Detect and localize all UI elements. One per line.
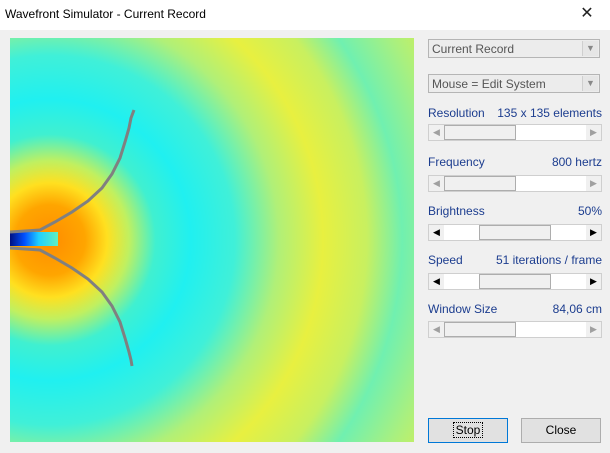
wave-field: [10, 38, 414, 442]
resolution-value: 135 x 135 elements: [497, 106, 602, 120]
window-size-right-arrow-icon[interactable]: ▶: [586, 322, 601, 337]
frequency-right-arrow-icon[interactable]: ▶: [586, 176, 601, 191]
brightness-label: Brightness: [428, 204, 485, 218]
record-select-value: Current Record: [432, 42, 515, 56]
brightness-left-arrow-icon[interactable]: ◀: [429, 225, 444, 240]
wave-simulation-canvas[interactable]: [10, 38, 414, 442]
resolution-label: Resolution: [428, 106, 485, 120]
record-select[interactable]: Current Record ▼: [428, 39, 600, 58]
frequency-left-arrow-icon[interactable]: ◀: [429, 176, 444, 191]
speed-thumb[interactable]: [479, 274, 551, 289]
window-size-label: Window Size: [428, 302, 498, 316]
window-size-value: 84,06 cm: [552, 302, 602, 316]
resolution-left-arrow-icon[interactable]: ◀: [429, 125, 444, 140]
app-window: Wavefront Simulator - Current Record ✕ C…: [0, 0, 610, 453]
speed-left-arrow-icon[interactable]: ◀: [429, 274, 444, 289]
window-size-thumb[interactable]: [444, 322, 516, 337]
frequency-slider[interactable]: ◀ ▶: [428, 175, 602, 192]
close-window-icon[interactable]: ✕: [578, 4, 596, 24]
stop-button-label: Stop: [452, 422, 484, 438]
title-bar: Wavefront Simulator - Current Record ✕: [0, 0, 610, 30]
record-select-arrow-icon[interactable]: ▼: [582, 41, 598, 56]
frequency-label: Frequency: [428, 155, 485, 169]
frequency-thumb[interactable]: [444, 176, 516, 191]
mouse-mode-value: Mouse = Edit System: [432, 77, 546, 91]
brightness-thumb[interactable]: [479, 225, 551, 240]
speed-right-arrow-icon[interactable]: ▶: [586, 274, 601, 289]
resolution-thumb[interactable]: [444, 125, 516, 140]
mouse-mode-select[interactable]: Mouse = Edit System ▼: [428, 74, 600, 93]
window-title: Wavefront Simulator - Current Record: [5, 7, 206, 21]
close-button[interactable]: Close: [521, 418, 601, 443]
mouse-mode-arrow-icon[interactable]: ▼: [582, 76, 598, 91]
close-button-label: Close: [545, 423, 577, 437]
window-size-left-arrow-icon[interactable]: ◀: [429, 322, 444, 337]
stop-button[interactable]: Stop: [428, 418, 508, 443]
brightness-right-arrow-icon[interactable]: ▶: [586, 225, 601, 240]
speed-label: Speed: [428, 253, 463, 267]
window-size-slider[interactable]: ◀ ▶: [428, 321, 602, 338]
speed-value: 51 iterations / frame: [495, 253, 602, 267]
speed-slider[interactable]: ◀ ▶: [428, 273, 602, 290]
frequency-value: 800 hertz: [551, 155, 602, 169]
brightness-value: 50%: [577, 204, 602, 218]
resolution-right-arrow-icon[interactable]: ▶: [586, 125, 601, 140]
brightness-slider[interactable]: ◀ ▶: [428, 224, 602, 241]
wave-source: [10, 232, 58, 246]
resolution-slider[interactable]: ◀ ▶: [428, 124, 602, 141]
